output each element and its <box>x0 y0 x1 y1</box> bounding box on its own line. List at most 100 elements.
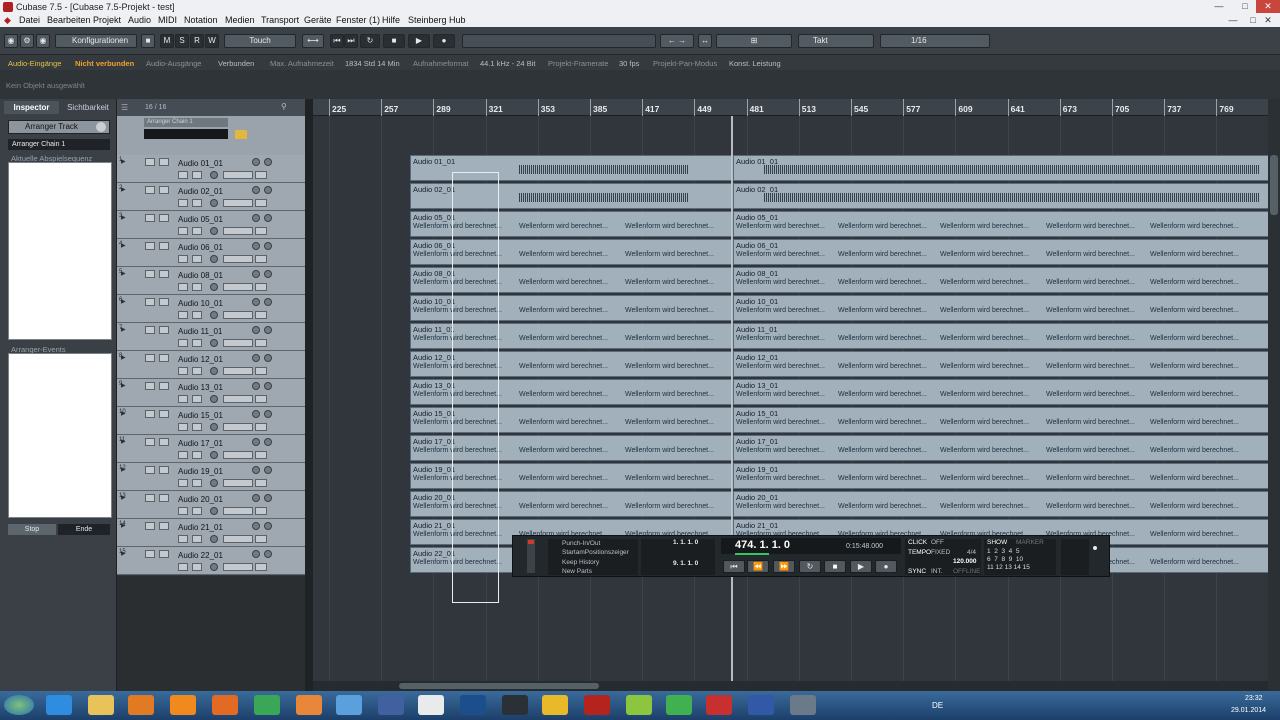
edit-channel-icon[interactable] <box>210 563 218 571</box>
track-list-divider[interactable] <box>305 99 313 691</box>
punch-in-out-label[interactable]: Punch-In/Out <box>562 540 600 547</box>
freeze-button[interactable] <box>255 171 267 179</box>
audio-event[interactable]: Audio 02_01 <box>733 183 1268 209</box>
solo-button[interactable] <box>159 494 169 502</box>
autoscroll-icon[interactable]: ⟷ <box>302 34 324 48</box>
language-indicator[interactable]: DE <box>932 701 943 710</box>
menu-midi[interactable]: MIDI <box>158 15 177 25</box>
freeze-button[interactable] <box>255 199 267 207</box>
freeze-button[interactable] <box>255 227 267 235</box>
track-row[interactable]: 3 ▶ Audio 05_01 <box>117 211 307 239</box>
menu-datei[interactable]: Datei <box>19 15 40 25</box>
track-row[interactable]: 15 ▶ Audio 22_01 <box>117 547 307 575</box>
vlc-icon[interactable] <box>170 695 196 715</box>
menu-notation[interactable]: Notation <box>184 15 218 25</box>
close-button[interactable]: ✕ <box>1256 0 1280 13</box>
insert-sends-button[interactable] <box>223 283 253 291</box>
arranger-track-header[interactable]: Arranger Track <box>8 120 110 134</box>
freeze-button[interactable] <box>255 535 267 543</box>
edit-channel-icon[interactable] <box>210 227 218 235</box>
record-enable-icon[interactable] <box>252 354 260 362</box>
track-name[interactable]: Audio 01_01 <box>178 159 223 168</box>
track-name[interactable]: Audio 08_01 <box>178 271 223 280</box>
write-button[interactable] <box>192 423 202 431</box>
mute-button[interactable] <box>145 382 155 390</box>
play-icon[interactable]: ▶ <box>408 34 430 48</box>
calculator-icon[interactable] <box>502 695 528 715</box>
insert-sends-button[interactable] <box>223 423 253 431</box>
solo-button[interactable] <box>159 354 169 362</box>
tab-inspector[interactable]: Inspector <box>4 101 59 114</box>
monitor-icon[interactable] <box>264 158 272 166</box>
end-mode-select[interactable]: Ende <box>58 524 110 535</box>
freeze-button[interactable] <box>255 395 267 403</box>
read-button[interactable] <box>178 339 188 347</box>
menu-audio[interactable]: Audio <box>128 15 151 25</box>
mute-button[interactable] <box>145 186 155 194</box>
audio-event[interactable]: Audio 13_01 Wellenform wird berechnet... W… <box>733 379 1268 405</box>
media-player-icon[interactable] <box>128 695 154 715</box>
constrain-delay-icon[interactable]: ⚙ <box>20 34 34 48</box>
record-enable-icon[interactable] <box>252 242 260 250</box>
record-enable-icon[interactable] <box>252 550 260 558</box>
solo-button[interactable] <box>159 186 169 194</box>
document-icon[interactable] <box>418 695 444 715</box>
mute-button[interactable] <box>145 438 155 446</box>
expand-track-icon[interactable]: ▶ <box>121 214 126 221</box>
record-enable-icon[interactable] <box>252 494 260 502</box>
mute-button[interactable] <box>145 494 155 502</box>
record-enable-icon[interactable] <box>252 270 260 278</box>
mute-button[interactable] <box>145 522 155 530</box>
insert-sends-button[interactable] <box>223 507 253 515</box>
solo-button[interactable] <box>159 466 169 474</box>
read-button[interactable] <box>178 563 188 571</box>
mute-button[interactable] <box>145 214 155 222</box>
read-all-button[interactable]: R <box>190 34 204 48</box>
freeze-button[interactable] <box>255 255 267 263</box>
apps-grid-icon[interactable] <box>626 695 652 715</box>
left-locator-value[interactable]: 1. 1. 1. 0 <box>673 539 698 546</box>
freeze-button[interactable] <box>255 563 267 571</box>
expand-track-icon[interactable]: ▶ <box>121 242 126 249</box>
xampp-icon[interactable] <box>296 695 322 715</box>
edit-channel-icon[interactable] <box>210 507 218 515</box>
app-menu-icon[interactable]: ◆ <box>4 15 11 26</box>
menu-bearbeiten[interactable]: Bearbeiten <box>47 15 91 25</box>
expand-track-icon[interactable]: ▶ <box>121 550 126 557</box>
transport-cycle-icon[interactable]: ↻ <box>799 560 821 573</box>
tempo-label[interactable]: TEMPO <box>908 549 931 556</box>
horizontal-scroll-thumb[interactable] <box>399 683 599 689</box>
insert-sends-button[interactable] <box>223 227 253 235</box>
uplay-icon[interactable] <box>378 695 404 715</box>
record-enable-icon[interactable] <box>252 298 260 306</box>
track-row[interactable]: 10 ▶ Audio 15_01 <box>117 407 307 435</box>
record-enable-icon[interactable] <box>252 326 260 334</box>
read-button[interactable] <box>178 199 188 207</box>
insert-sends-button[interactable] <box>223 563 253 571</box>
sync-mode[interactable]: INT. <box>931 568 943 575</box>
audio-event[interactable]: Audio 17_01 Wellenform wird berechnet... W… <box>733 435 1268 461</box>
solo-button[interactable] <box>159 382 169 390</box>
transport-rewind-icon[interactable]: ⏪ <box>747 560 769 573</box>
freeze-button[interactable] <box>255 339 267 347</box>
mute-button[interactable] <box>145 270 155 278</box>
arranger-chain-field[interactable]: Arranger Chain 1 <box>144 118 228 127</box>
monitor-icon[interactable] <box>264 326 272 334</box>
other-app-icon[interactable] <box>790 695 816 715</box>
monitor-icon[interactable] <box>264 438 272 446</box>
go-to-end-icon[interactable]: ⏭ <box>344 34 358 48</box>
audio-event[interactable]: Audio 01_01 <box>733 155 1268 181</box>
start-at-cursor-label[interactable]: StartamPositionszeiger <box>562 549 629 556</box>
insert-sends-button[interactable] <box>223 367 253 375</box>
arranger-event-field[interactable] <box>144 129 228 139</box>
horizontal-scrollbar[interactable] <box>313 681 1268 691</box>
tempo-mode[interactable]: FIXED <box>931 549 950 556</box>
clock-time[interactable]: 23:32 <box>1245 695 1263 702</box>
track-name[interactable]: Audio 19_01 <box>178 467 223 476</box>
mute-button[interactable] <box>145 410 155 418</box>
track-row[interactable]: 2 ▶ Audio 02_01 <box>117 183 307 211</box>
chrome-icon[interactable] <box>254 695 280 715</box>
monitor-icon[interactable] <box>264 242 272 250</box>
project-cursor[interactable] <box>731 116 733 681</box>
track-row[interactable]: 13 ▶ Audio 20_01 <box>117 491 307 519</box>
